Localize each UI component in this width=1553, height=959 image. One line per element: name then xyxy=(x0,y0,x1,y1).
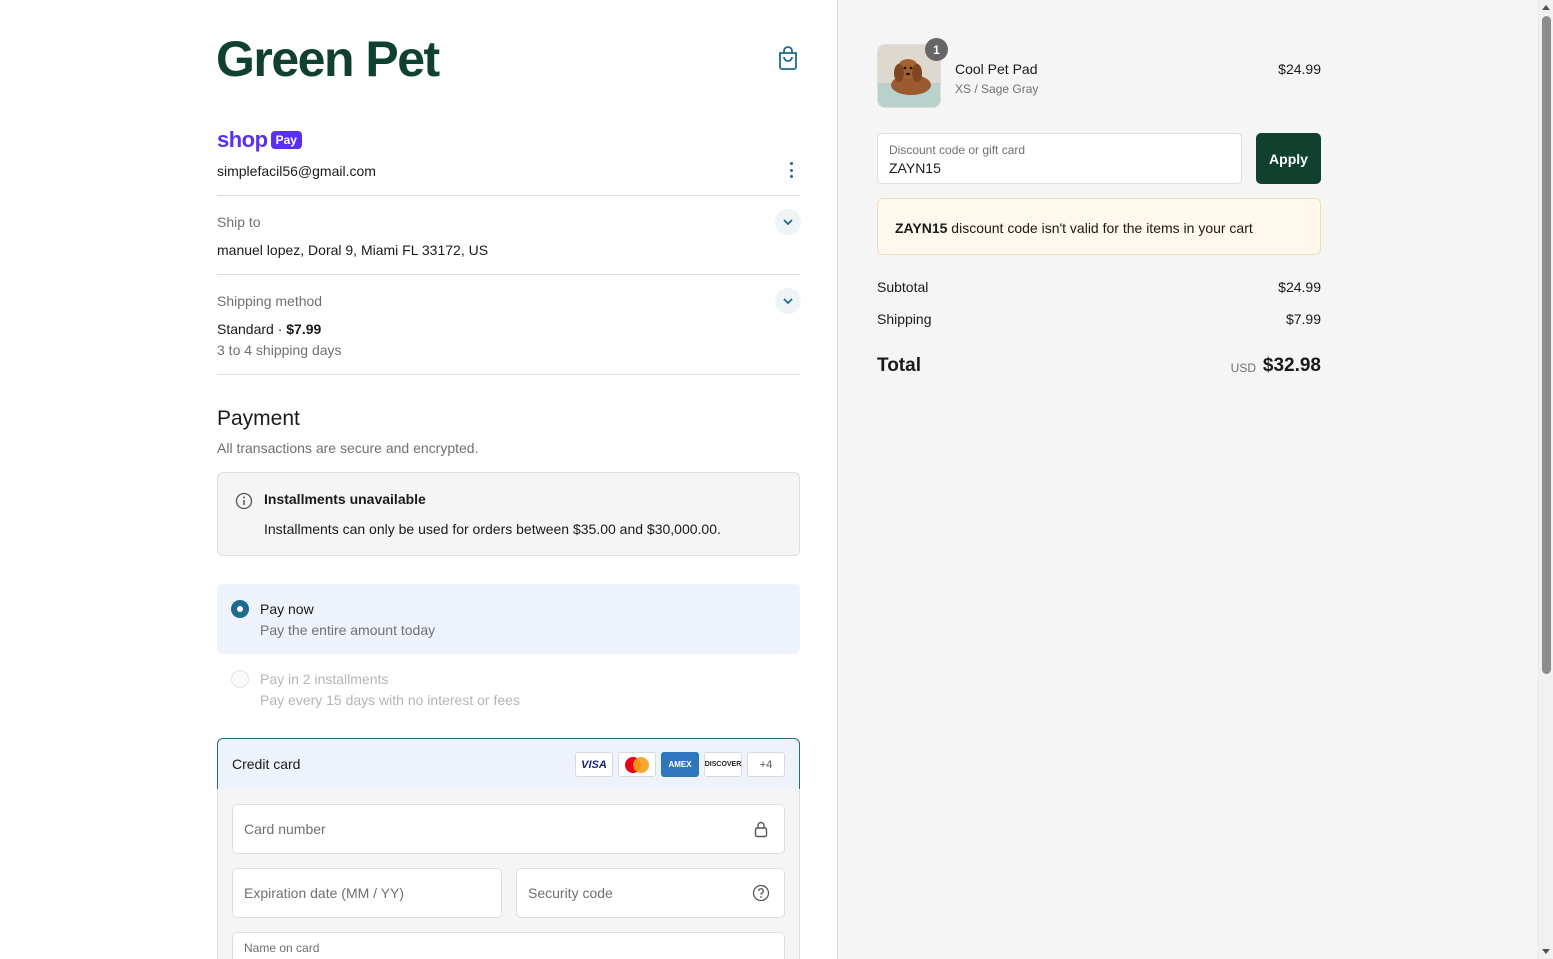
security-code-input[interactable] xyxy=(528,869,751,917)
shipping-method-name: Standard · xyxy=(217,321,287,337)
discount-warning: ZAYN15 discount code isn't valid for the… xyxy=(877,198,1321,255)
installments-notice: Installments unavailable Installments ca… xyxy=(217,472,800,556)
shipping-label: Shipping xyxy=(877,311,932,327)
pay-now-option[interactable]: Pay now Pay the entire amount today xyxy=(217,584,800,654)
account-email: simplefacil56@gmail.com xyxy=(217,163,376,179)
total-value: $32.98 xyxy=(1262,355,1321,376)
question-icon[interactable] xyxy=(752,884,770,902)
lock-icon xyxy=(754,821,768,838)
discount-code-label: Discount code or gift card xyxy=(889,143,1026,157)
name-on-card-label: Name on card xyxy=(244,941,320,955)
notice-title: Installments unavailable xyxy=(264,491,426,507)
more-vertical-icon[interactable] xyxy=(785,160,797,180)
credit-card-label: Credit card xyxy=(232,756,301,772)
card-number-field[interactable] xyxy=(232,804,785,854)
scroll-up-icon[interactable] xyxy=(1542,5,1550,10)
shipping-method-price: $7.99 xyxy=(286,321,322,337)
divider xyxy=(217,274,800,275)
scroll-down-icon[interactable] xyxy=(1542,949,1550,954)
checkout-main: Green Pet shop Pay simplefacil56@gmail.c… xyxy=(0,0,838,959)
discount-warning-code: ZAYN15 xyxy=(895,220,948,236)
info-icon xyxy=(235,492,253,510)
credit-card-form: Name on card xyxy=(217,789,800,959)
ship-to-address: manuel lopez, Doral 9, Miami FL 33172, U… xyxy=(217,242,489,258)
subtotal-value: $24.99 xyxy=(1278,279,1321,295)
security-code-field[interactable] xyxy=(516,868,785,918)
product-price: $24.99 xyxy=(1278,61,1321,77)
amex-icon: AMEX xyxy=(661,752,699,777)
payment-subtitle: All transactions are secure and encrypte… xyxy=(217,440,479,456)
credit-card-option[interactable]: Credit card VISA AMEX DISCOVER +4 xyxy=(217,738,800,790)
ship-to-label: Ship to xyxy=(217,214,261,230)
card-brands: VISA AMEX DISCOVER +4 xyxy=(575,752,785,777)
pay-installments-title: Pay in 2 installments xyxy=(260,671,389,687)
name-on-card-field[interactable]: Name on card xyxy=(232,932,785,959)
pay-now-title: Pay now xyxy=(260,601,314,617)
shipping-method-label: Shipping method xyxy=(217,293,323,309)
discount-code-input[interactable]: ZAYN15 xyxy=(889,160,941,176)
product-variant: XS / Sage Gray xyxy=(955,82,1039,96)
chevron-down-icon xyxy=(783,219,793,226)
card-number-input[interactable] xyxy=(244,805,751,853)
subtotal-label: Subtotal xyxy=(877,279,929,295)
discount-code-field[interactable]: Discount code or gift card ZAYN15 xyxy=(877,133,1242,184)
expiration-field[interactable] xyxy=(232,868,502,918)
scrollbar-thumb[interactable] xyxy=(1542,16,1551,674)
shipping-method-value: Standard · $7.99 xyxy=(217,321,321,337)
product-name: Cool Pet Pad xyxy=(955,61,1038,77)
quantity-badge: 1 xyxy=(925,38,948,61)
notice-body: Installments can only be used for orders… xyxy=(264,521,721,537)
total-currency: USD xyxy=(1230,361,1256,375)
expiration-input[interactable] xyxy=(244,869,468,917)
pay-now-radio[interactable] xyxy=(231,600,249,618)
apply-button[interactable]: Apply xyxy=(1256,133,1321,184)
pay-installments-radio[interactable] xyxy=(231,670,249,688)
more-cards-badge: +4 xyxy=(747,752,785,777)
ship-to-expand-button[interactable] xyxy=(775,209,801,235)
shop-pay-logo: shop Pay xyxy=(217,127,302,153)
page-scrollbar[interactable] xyxy=(1538,0,1553,959)
divider xyxy=(217,374,800,375)
chevron-down-icon xyxy=(783,298,793,305)
pay-now-subtitle: Pay the entire amount today xyxy=(260,622,436,638)
discover-icon: DISCOVER xyxy=(704,752,742,777)
discount-warning-text: ZAYN15 discount code isn't valid for the… xyxy=(895,220,1253,236)
discount-warning-message: discount code isn't valid for the items … xyxy=(947,220,1253,236)
payment-heading: Payment xyxy=(217,407,300,430)
store-logo[interactable]: Green Pet xyxy=(216,30,440,88)
pay-installments-subtitle: Pay every 15 days with no interest or fe… xyxy=(260,692,520,708)
shopping-bag-icon[interactable] xyxy=(776,45,800,71)
shop-pay-badge: Pay xyxy=(270,131,302,149)
shipping-value: $7.99 xyxy=(1285,311,1321,327)
divider xyxy=(217,195,800,196)
visa-icon: VISA xyxy=(575,752,613,777)
shop-pay-wordmark: shop xyxy=(217,127,268,152)
shipping-method-expand-button[interactable] xyxy=(775,288,801,314)
total-label: Total xyxy=(877,355,921,376)
mastercard-icon xyxy=(618,752,656,777)
shipping-method-detail: 3 to 4 shipping days xyxy=(217,342,342,358)
